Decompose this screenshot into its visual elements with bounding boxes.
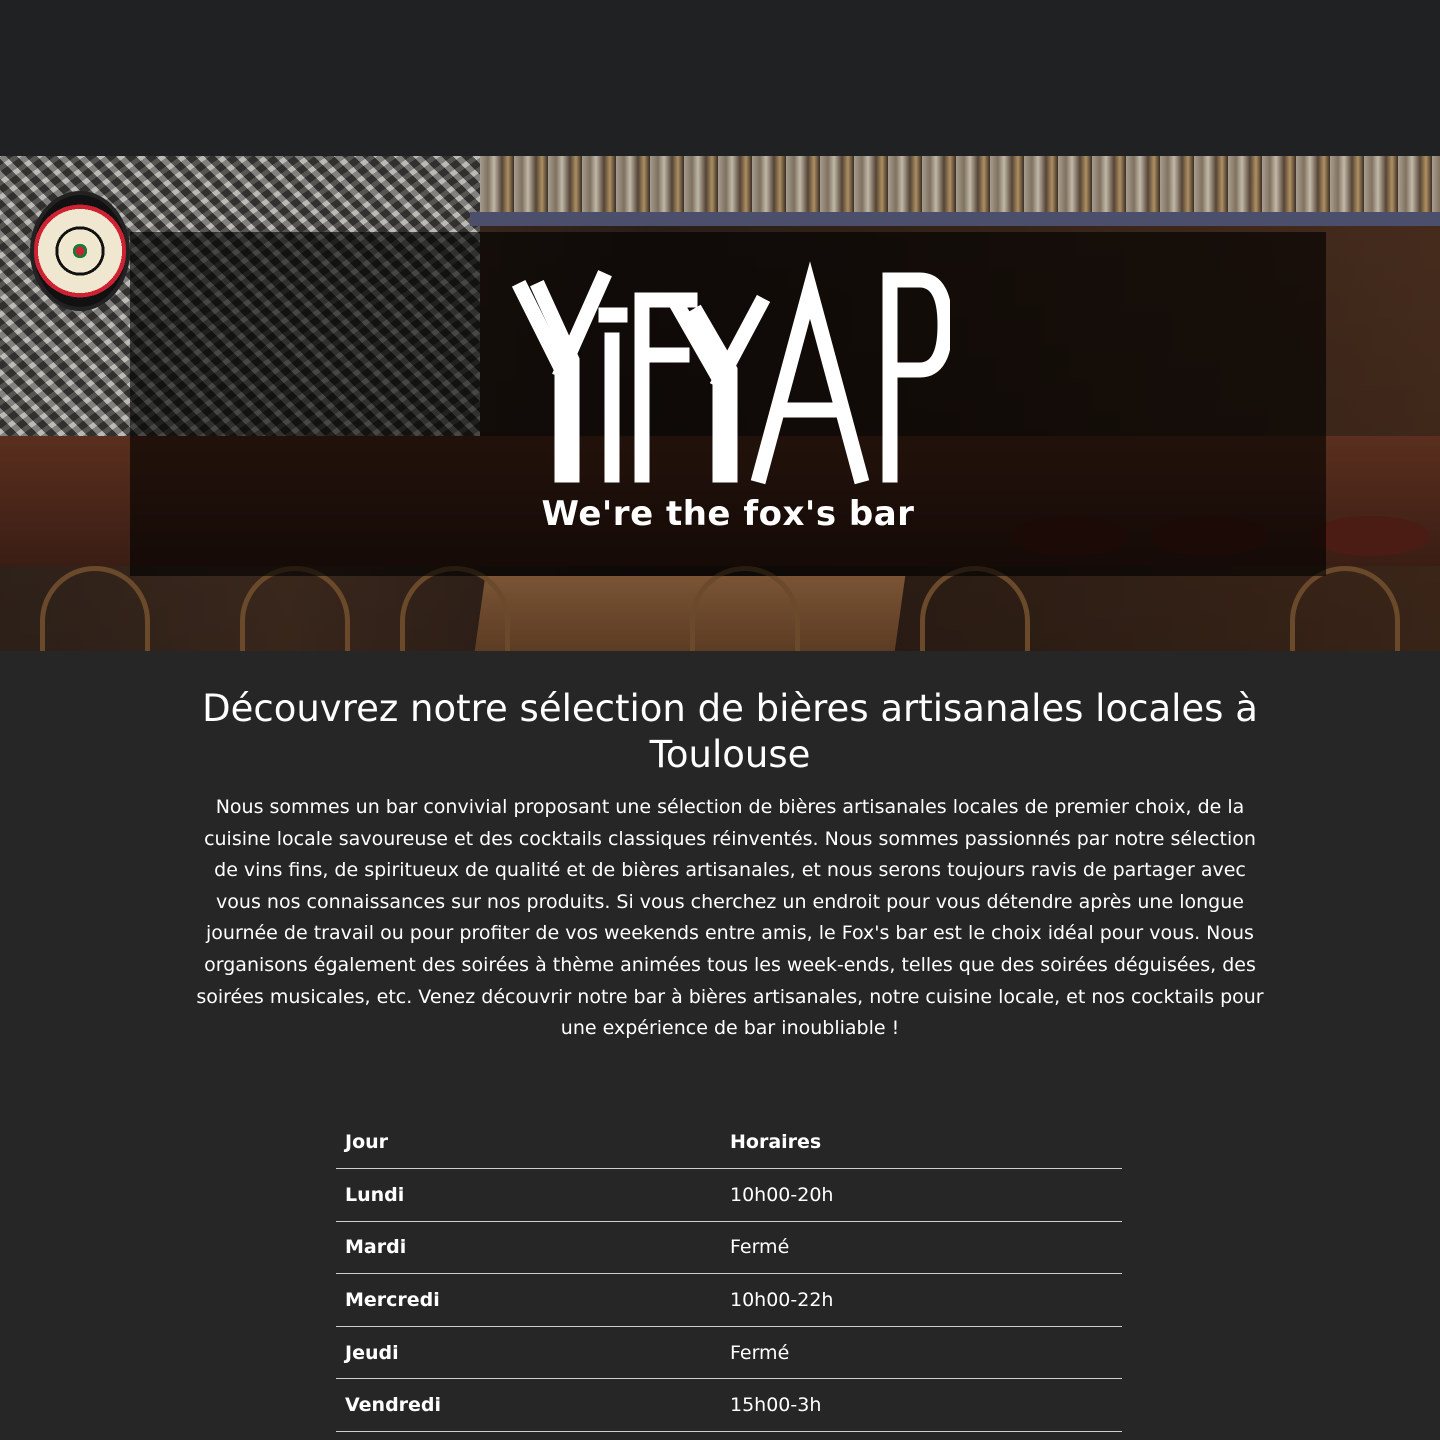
day-cell: Lundi <box>336 1168 721 1222</box>
hero-shelf-rail <box>470 212 1440 226</box>
dartboard-image <box>30 191 130 311</box>
intro-section: Découvrez notre sélection de bières arti… <box>190 686 1270 1045</box>
hero-chair <box>240 566 350 651</box>
table-header-row: Jour Horaires <box>336 1116 1122 1170</box>
yifyap-logo-graphic <box>511 261 953 485</box>
intro-paragraph: Nous sommes un bar convivial proposant u… <box>196 796 1264 1040</box>
hero-chair <box>40 566 150 651</box>
hero-chair <box>1290 566 1400 651</box>
top-navigation-bar <box>0 0 1440 156</box>
hours-cell: 10h00-20h <box>721 1168 1122 1222</box>
day-cell: Vendredi <box>336 1378 721 1433</box>
yifyap-logo <box>510 260 953 490</box>
table-row: Mercredi 10h00-22h <box>336 1273 1122 1327</box>
hero-chair <box>920 566 1030 651</box>
hero-banner: We're the fox's bar <box>0 156 1440 651</box>
hours-cell: 10h00-22h <box>721 1273 1122 1327</box>
day-cell: Mardi <box>336 1221 721 1275</box>
column-header-day: Jour <box>336 1116 721 1170</box>
day-cell: Jeudi <box>336 1326 721 1380</box>
hero-tagline: We're the fox's bar <box>541 494 915 534</box>
column-header-hours: Horaires <box>721 1116 1122 1170</box>
opening-hours-table: Jour Horaires Lundi 10h00-20h Mardi Ferm… <box>336 1116 1122 1433</box>
hours-cell: Fermé <box>721 1326 1122 1380</box>
table-row: Jeudi Fermé <box>336 1326 1122 1380</box>
table-row: Mardi Fermé <box>336 1221 1122 1275</box>
hero-bottle-shelf <box>480 156 1440 216</box>
intro-title: Découvrez notre sélection de bières arti… <box>202 687 1258 776</box>
hours-cell: 15h00-3h <box>721 1378 1122 1433</box>
table-row: Lundi 10h00-20h <box>336 1168 1122 1222</box>
hours-cell: Fermé <box>721 1221 1122 1275</box>
table-row: Vendredi 15h00-3h <box>336 1378 1122 1433</box>
day-cell: Mercredi <box>336 1273 721 1327</box>
